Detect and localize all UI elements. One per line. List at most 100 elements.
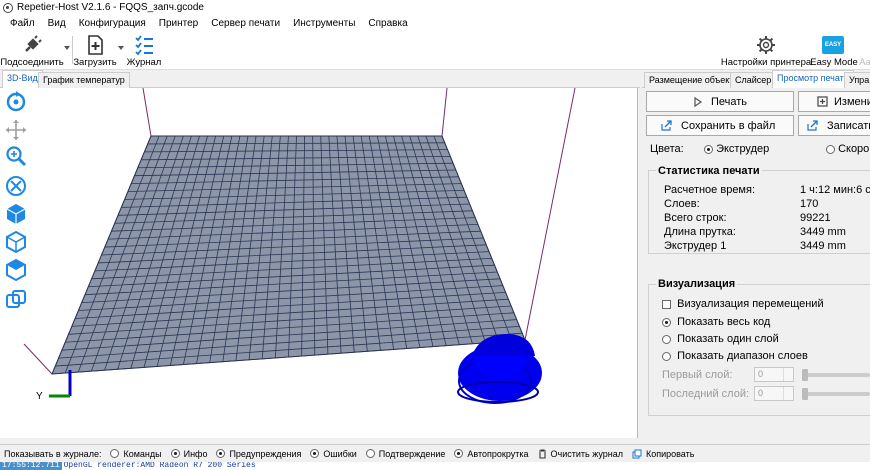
radio-speed[interactable] — [826, 144, 835, 154]
tab-object-placement[interactable]: Размещение объекта — [644, 72, 744, 88]
viz-all-option[interactable]: Показать весь код — [662, 316, 770, 328]
clear-log-label: Очистить журнал — [550, 448, 623, 459]
menu-print-server[interactable]: Сервер печати — [205, 18, 287, 29]
tab-temperature-graph[interactable]: График температур — [38, 72, 130, 88]
last-layer-spinner[interactable]: 0 — [754, 386, 794, 401]
3d-viewport[interactable]: Y — [0, 88, 638, 438]
load-button[interactable]: Загрузить — [73, 32, 117, 70]
log-button[interactable]: Журнал — [126, 32, 162, 70]
log-show-label: Показывать в журнале: — [4, 448, 102, 459]
connect-label: Подсоединить — [0, 57, 64, 68]
menu-view[interactable]: Вид — [42, 18, 73, 29]
stat-label-lines: Всего строк: — [664, 212, 727, 224]
write-icon — [807, 120, 818, 131]
tab-print-preview[interactable]: Просмотр печати — [772, 70, 854, 89]
load-file-icon — [88, 35, 103, 55]
color-extruder-option[interactable]: Экструдер — [704, 143, 769, 155]
window-title: Repetier-Host V2.1.6 - FQQS_запч.gcode — [17, 2, 204, 13]
log-filter-ack[interactable]: Подтверждение — [365, 448, 446, 459]
left-tabbar: 3D-Вид График температур — [0, 70, 640, 89]
front-view-icon[interactable] — [4, 230, 28, 254]
copy-log-button[interactable]: Копировать — [632, 449, 694, 459]
easy-mode-button[interactable]: Easy Mode — [810, 32, 858, 70]
print-bed-grid — [51, 135, 526, 375]
iso-view-icon[interactable] — [4, 202, 28, 226]
log-info-toggle[interactable] — [170, 449, 180, 458]
stat-label-filament: Длина прутка: — [664, 226, 736, 238]
log-filter-commands[interactable]: Команды — [110, 449, 162, 459]
load-dropdown[interactable] — [118, 46, 124, 50]
change-button[interactable]: Измени — [798, 91, 870, 112]
print-label: Печать — [710, 95, 748, 108]
copy-log-label: Копировать — [645, 448, 695, 459]
log-message: OpenGL renderer:AMD Radeon R7 200 Series — [63, 462, 256, 470]
menu-config[interactable]: Конфигурация — [73, 18, 153, 29]
printer-settings-label: Настройки принтера — [720, 57, 812, 68]
tab-3d-view[interactable]: 3D-Вид — [2, 70, 43, 89]
log-info-label: Инфо — [183, 448, 208, 459]
radio-show-all[interactable] — [662, 317, 671, 327]
tab-manual-control[interactable]: Упра — [844, 72, 870, 88]
print-preview-panel: Печать Измени Сохранить в файл Записать … — [642, 88, 870, 438]
viz-one-layer-option[interactable]: Показать один слой — [662, 333, 779, 345]
log-filter-errors[interactable]: Ошибки — [310, 449, 357, 459]
edit-icon — [817, 96, 828, 107]
log-autoscroll[interactable]: Автопрокрутка — [454, 449, 529, 459]
print-button[interactable]: Печать — [646, 91, 794, 112]
log-autoscroll-toggle[interactable] — [454, 449, 464, 458]
app-icon — [3, 2, 13, 13]
log-warnings-toggle[interactable] — [216, 449, 226, 458]
log-warnings-label: Предупреждения — [229, 448, 302, 459]
last-layer-slider[interactable] — [802, 392, 870, 396]
first-layer-spinner[interactable]: 0 — [754, 367, 794, 382]
log-ack-toggle[interactable] — [365, 449, 375, 458]
easy-mode-label: Easy Mode — [810, 57, 858, 68]
viz-one-layer-label: Показать один слой — [677, 333, 779, 345]
axis-y-label: Y — [36, 391, 43, 402]
viz-travel-option[interactable]: Визуализация перемещений — [662, 298, 824, 310]
first-layer-label: Первый слой: — [662, 369, 733, 381]
cut-off-label: Aa — [859, 57, 870, 68]
clear-log-button[interactable]: Очистить журнал — [538, 449, 623, 459]
log-commands-toggle[interactable] — [110, 449, 120, 458]
menu-help[interactable]: Справка — [362, 18, 414, 29]
save-to-file-button[interactable]: Сохранить в файл — [646, 115, 794, 136]
last-layer-slider-knob[interactable] — [802, 388, 808, 400]
log-filter-warnings[interactable]: Предупреждения — [216, 449, 301, 459]
top-view-icon[interactable] — [4, 258, 28, 282]
log-filter-info[interactable]: Инфо — [170, 448, 208, 459]
print-bed-scene: Y — [23, 88, 576, 404]
stats-title: Статистика печати — [656, 165, 762, 177]
copy-icon — [632, 449, 642, 458]
move-view-icon[interactable] — [4, 118, 28, 142]
menu-file[interactable]: Файл — [4, 18, 42, 29]
rotate-view-icon[interactable] — [4, 90, 28, 114]
connect-dropdown[interactable] — [64, 46, 70, 50]
log-ack-label: Подтверждение — [378, 448, 446, 459]
tab-slicer[interactable]: Слайсер — [730, 72, 777, 88]
stat-label-layers: Слоев: — [664, 198, 700, 210]
travel-checkbox[interactable] — [662, 299, 671, 309]
log-errors-toggle[interactable] — [310, 449, 320, 458]
first-layer-slider[interactable] — [802, 373, 870, 377]
zoom-icon[interactable] — [4, 144, 28, 168]
write-button[interactable]: Записать — [798, 115, 870, 136]
menu-printer[interactable]: Принтер — [153, 18, 205, 29]
first-layer-slider-knob[interactable] — [802, 369, 808, 381]
radio-extruder[interactable] — [704, 144, 713, 154]
stat-value-layers: 170 — [800, 198, 819, 210]
printer-settings-button[interactable]: Настройки принтера — [720, 32, 812, 70]
radio-one-layer[interactable] — [662, 334, 671, 344]
right-tabbar: Размещение объекта Слайсер Просмотр печа… — [642, 70, 870, 89]
color-speed-option[interactable]: Скоро — [826, 143, 869, 155]
connect-button[interactable]: Подсоединить — [0, 32, 64, 70]
viz-range-option[interactable]: Показать диапазон слоев — [662, 350, 808, 362]
parallel-projection-icon[interactable] — [4, 288, 28, 312]
radio-layer-range[interactable] — [662, 351, 671, 361]
menu-tools[interactable]: Инструменты — [287, 18, 362, 29]
cut-off-toolbar-item[interactable]: Aa — [859, 32, 870, 70]
write-label: Записать — [827, 119, 870, 132]
viz-all-label: Показать весь код — [677, 316, 771, 328]
change-label: Измени — [834, 95, 870, 108]
fit-view-icon[interactable] — [4, 174, 28, 198]
